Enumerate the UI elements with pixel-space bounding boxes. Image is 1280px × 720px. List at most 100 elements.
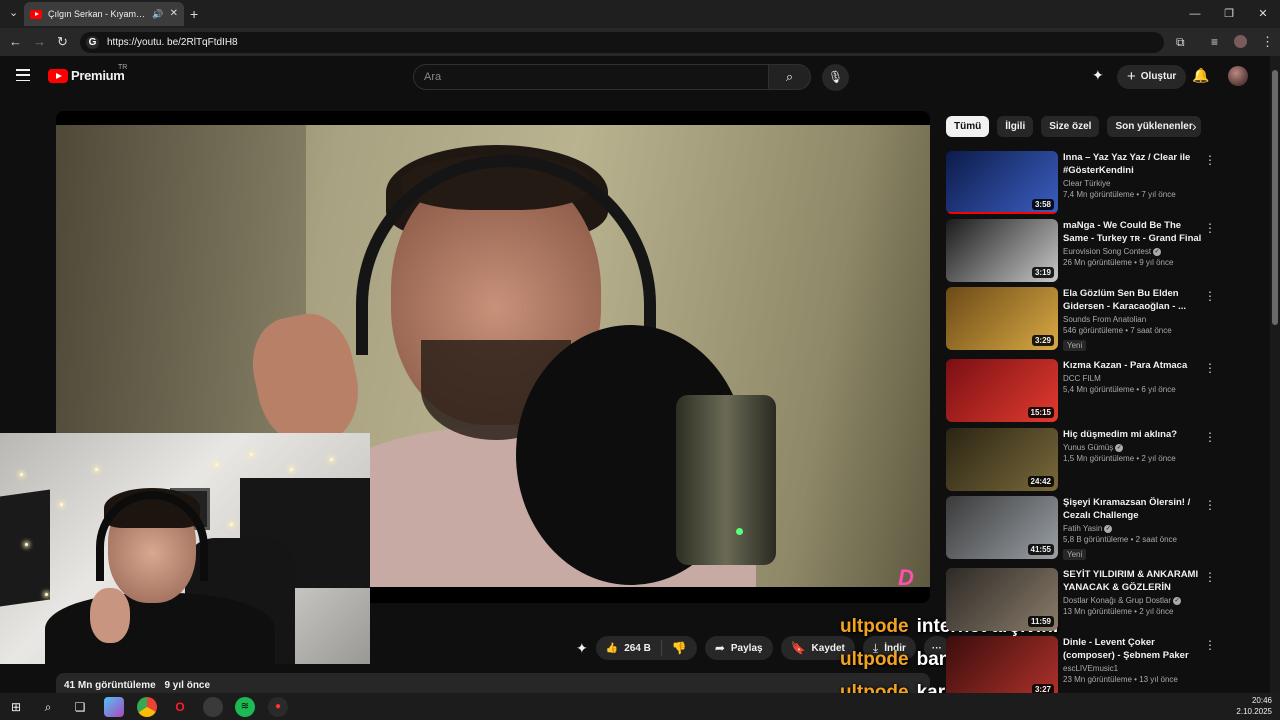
chrome-active-icon[interactable] — [203, 697, 223, 717]
search-icon[interactable]: ⌕ — [769, 64, 811, 90]
task-view-icon[interactable]: ❏ — [70, 697, 90, 717]
minimize-icon[interactable]: — — [1178, 0, 1212, 28]
scrollbar-thumb[interactable] — [1272, 70, 1278, 325]
video-title[interactable]: Ela Gözlüm Sen Bu Elden Gidersen - Karac… — [1063, 287, 1203, 313]
channel-name[interactable]: escLIVEmusic1 — [1063, 664, 1203, 673]
duration-badge: 3:19 — [1031, 267, 1054, 278]
video-title[interactable]: SEYİT YILDIRIM & ANKARAMI YANACAK & GÖZL… — [1063, 568, 1203, 594]
chat-username: ultpode — [840, 649, 909, 670]
video-title[interactable]: Dinle - Levent Çoker (composer) - Şebnem… — [1063, 636, 1203, 662]
channel-name[interactable]: Eurovision Song Contest ✓ — [1063, 247, 1203, 256]
obs-icon[interactable]: ● — [268, 697, 288, 717]
recommendation-item[interactable]: 24:42 Hiç düşmedim mi aklına? Yunus Gümü… — [946, 428, 1216, 492]
video-thumbnail[interactable]: 3:29 — [946, 287, 1058, 350]
search-input[interactable]: Ara — [413, 64, 769, 90]
video-title[interactable]: maNga - We Could Be The Same - Turkey ᴛʀ… — [1063, 219, 1203, 245]
more-vertical-icon[interactable]: ⋮ — [1204, 638, 1216, 652]
more-vertical-icon[interactable]: ⋮ — [1204, 430, 1216, 444]
more-vertical-icon[interactable]: ⋮ — [1204, 221, 1216, 235]
recommendation-item[interactable]: 3:29 Ela Gözlüm Sen Bu Elden Gidersen - … — [946, 287, 1216, 351]
video-title[interactable]: Inna – Yaz Yaz Yaz / Clear ile #GösterKe… — [1063, 151, 1203, 177]
avatar[interactable] — [1228, 66, 1248, 86]
more-vertical-icon[interactable]: ⋮ — [1204, 153, 1216, 167]
video-thumbnail[interactable]: 11:59 — [946, 568, 1058, 631]
share-button[interactable]: ➦ Paylaş — [704, 636, 773, 660]
chip-all[interactable]: Tümü — [946, 116, 990, 137]
chip-related[interactable]: İlgili — [997, 116, 1034, 137]
microphone-icon[interactable]: 🎙 — [822, 64, 849, 91]
more-vertical-icon[interactable]: ⋮ — [1204, 361, 1216, 375]
new-tab-plus-icon[interactable]: + — [190, 7, 198, 21]
channel-name[interactable]: Fatih Yasin ✓ — [1063, 524, 1203, 533]
duration-badge: 41:55 — [1027, 544, 1054, 555]
cast-icon[interactable]: ✦ — [1092, 67, 1104, 84]
chevron-right-icon[interactable]: › — [1192, 118, 1197, 134]
recommendation-item[interactable]: 3:58 Inna – Yaz Yaz Yaz / Clear ile #Gös… — [946, 151, 1216, 215]
recommendation-item[interactable]: 3:19 maNga - We Could Be The Same - Turk… — [946, 219, 1216, 283]
more-icon[interactable]: ⋮ — [1261, 28, 1274, 56]
system-clock[interactable]: 20:46 2.10.2025 — [1236, 695, 1272, 717]
view-count: 41 Mn görüntüleme — [64, 680, 156, 691]
recommendation-item[interactable]: 11:59 SEYİT YILDIRIM & ANKARAMI YANACAK … — [946, 568, 1216, 632]
reload-icon[interactable]: ↻ — [57, 28, 68, 56]
recommendation-item[interactable]: 15:15 Kızma Kazan - Para Atmaca DCC FILM… — [946, 359, 1216, 423]
video-thumbnail[interactable]: 24:42 — [946, 428, 1058, 491]
video-title[interactable]: Kızma Kazan - Para Atmaca — [1063, 359, 1203, 372]
media-icon[interactable]: ≡ — [1211, 28, 1218, 56]
browser-tab-bar: ⌄ Çılgın Serkan - Kıyamıyorum 🔊 ✕ + — ❐ … — [0, 0, 1280, 28]
video-meta: 23 Mn görüntüleme • 13 yıl önce — [1063, 675, 1178, 684]
super-thanks-icon[interactable]: ✦ — [576, 640, 588, 657]
video-thumbnail[interactable]: 3:58 — [946, 151, 1058, 214]
forward-icon[interactable]: → — [33, 28, 46, 56]
spotify-icon[interactable]: ≋ — [235, 697, 255, 717]
create-button[interactable]: + Oluştur — [1117, 65, 1187, 89]
youtube-favicon — [30, 9, 42, 19]
view-count: 7,4 Mn görüntüleme — [1063, 190, 1135, 199]
restore-icon[interactable]: ❐ — [1212, 0, 1246, 28]
more-vertical-icon[interactable]: ⋮ — [1204, 289, 1216, 303]
like-count: 264 B — [624, 642, 651, 654]
chevron-down-icon[interactable]: ⌄ — [9, 8, 18, 19]
video-title[interactable]: Şişeyi Kıramazsan Ölersin! / Cezalı Chal… — [1063, 496, 1203, 522]
channel-name[interactable]: Clear Türkiye — [1063, 179, 1203, 188]
hamburger-menu-icon[interactable] — [16, 69, 30, 81]
opera-icon[interactable]: O — [170, 697, 190, 717]
profile-icon[interactable] — [1234, 35, 1247, 48]
channel-name[interactable]: Yunus Gümüş ✓ — [1063, 443, 1203, 452]
speaker-icon[interactable]: 🔊 — [152, 9, 163, 19]
video-info: Inna – Yaz Yaz Yaz / Clear ile #GösterKe… — [1063, 151, 1203, 199]
recommendation-item[interactable]: 3:27 Dinle - Levent Çoker (composer) - Ş… — [946, 636, 1216, 700]
channel-name[interactable]: DCC FILM — [1063, 374, 1203, 383]
video-info: Şişeyi Kıramazsan Ölersin! / Cezalı Chal… — [1063, 496, 1203, 562]
view-count: 5,8 B görüntüleme — [1063, 535, 1129, 544]
extensions-icon[interactable]: ⧉ — [1176, 28, 1185, 56]
channel-name[interactable]: Dostlar Konağı & Grup Dostlar ✓ — [1063, 596, 1203, 605]
youtube-logo[interactable]: Premium TR — [48, 64, 127, 83]
video-info: maNga - We Could Be The Same - Turkey ᴛʀ… — [1063, 219, 1203, 267]
site-info-icon[interactable]: G — [86, 36, 99, 49]
more-vertical-icon[interactable]: ⋮ — [1204, 498, 1216, 512]
thumbs-down-icon[interactable]: 👎 — [662, 641, 697, 655]
chrome-icon[interactable] — [137, 697, 157, 717]
search-icon[interactable]: ⌕ — [38, 697, 58, 717]
recommendation-item[interactable]: 41:55 Şişeyi Kıramazsan Ölersin! / Cezal… — [946, 496, 1216, 560]
video-thumbnail[interactable]: 3:19 — [946, 219, 1058, 282]
copilot-icon[interactable] — [104, 697, 124, 717]
channel-name[interactable]: Sounds From Anatolian — [1063, 315, 1203, 324]
video-thumbnail[interactable]: 3:27 — [946, 636, 1058, 699]
video-thumbnail[interactable]: 41:55 — [946, 496, 1058, 559]
video-title[interactable]: Hiç düşmedim mi aklına? — [1063, 428, 1203, 441]
omnibox[interactable]: G https://youtu. be/2RlTqFtdIH8 — [80, 32, 1164, 53]
notifications-bell-icon[interactable]: 🔔 — [1192, 67, 1209, 84]
window-close-icon[interactable]: ✕ — [1246, 0, 1280, 28]
like-button[interactable]: 👍 264 B — [596, 640, 662, 656]
verified-check-icon: ✓ — [1173, 596, 1182, 605]
close-icon[interactable]: ✕ — [170, 9, 178, 19]
back-icon[interactable]: ← — [9, 28, 22, 56]
chip-for-you[interactable]: Size özel — [1041, 116, 1100, 137]
browser-tab[interactable]: Çılgın Serkan - Kıyamıyorum 🔊 ✕ — [24, 2, 184, 26]
windows-start-icon[interactable]: ⊞ — [6, 697, 26, 717]
chip-recently-uploaded[interactable]: Son yüklenenler — [1107, 116, 1201, 137]
video-thumbnail[interactable]: 15:15 — [946, 359, 1058, 422]
more-vertical-icon[interactable]: ⋮ — [1204, 570, 1216, 584]
